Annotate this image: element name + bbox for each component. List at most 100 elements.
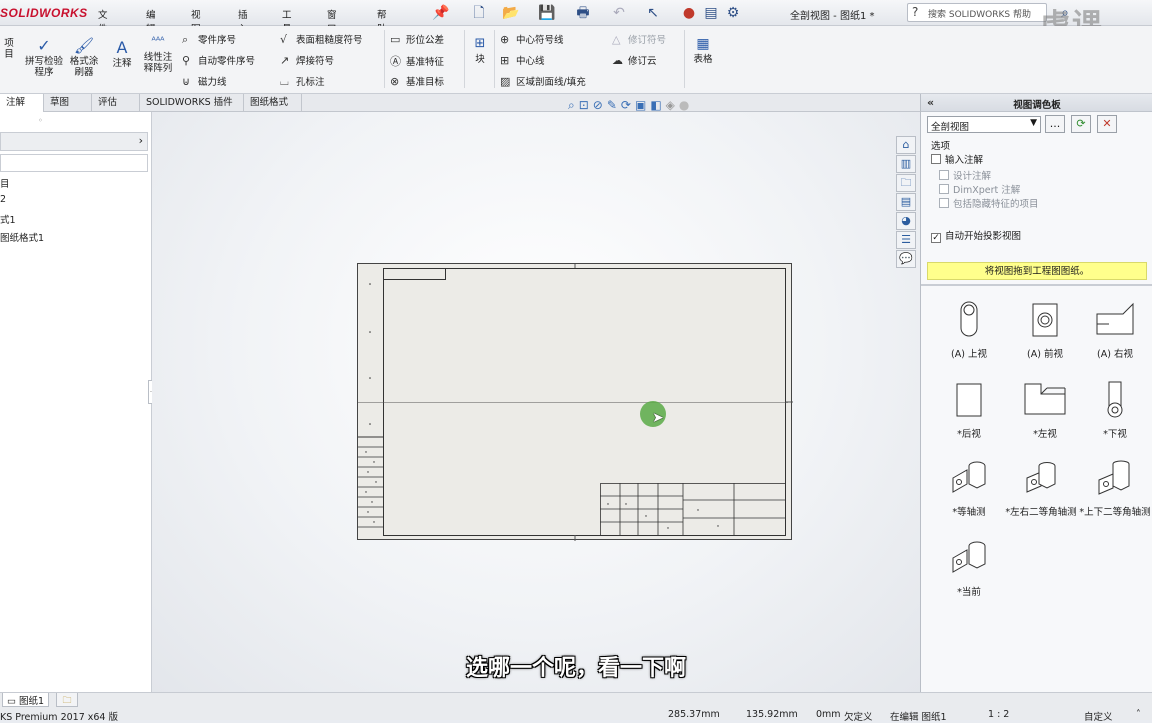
centermark-button[interactable]: ⊕ 中心符号线: [500, 32, 564, 46]
scene-icon[interactable]: ●: [679, 98, 689, 113]
view-dimetric-tb-label: *上下二等角轴测: [1079, 507, 1151, 518]
centerline-button[interactable]: ⊞ 中心线: [500, 53, 545, 67]
spellcheck-icon: ✓: [37, 36, 51, 55]
search-input[interactable]: ? 搜索 SOLIDWORKS 帮助: [907, 3, 1047, 22]
block-label: 块: [475, 54, 485, 65]
save-icon[interactable]: 💾: [538, 4, 556, 22]
view-isometric[interactable]: *等轴测: [931, 458, 1007, 519]
section-view-icon[interactable]: ▣: [635, 98, 646, 113]
feature-filter-field[interactable]: [0, 154, 148, 172]
sketch-tools-icon[interactable]: ✎: [607, 98, 617, 113]
surface-finish-button[interactable]: √ 表面粗糙度符号: [280, 32, 363, 46]
spellcheck-button[interactable]: ✓ 拼写检验程序: [24, 36, 64, 78]
tree-item[interactable]: 式1: [0, 212, 16, 226]
display-style-icon[interactable]: ◧: [650, 98, 661, 113]
tab-addins[interactable]: SOLIDWORKS 插件: [140, 94, 244, 112]
weld-symbol-button[interactable]: ↗ 焊接符号: [280, 53, 334, 67]
add-sheet-icon[interactable]: 🗀: [56, 693, 78, 707]
product-name: KS Premium 2017 x64 版: [0, 712, 118, 723]
table-button[interactable]: ▦ 表格: [690, 34, 716, 65]
zoom-to-fit-icon[interactable]: ⌕: [568, 98, 575, 113]
undo-icon[interactable]: ↶: [610, 4, 628, 22]
auto-projected-checkbox[interactable]: ✓ 自动开始投影视图: [931, 228, 1021, 243]
hide-show-icon[interactable]: ◈: [666, 98, 675, 113]
file-explorer-icon[interactable]: 🗀: [896, 174, 916, 192]
refresh-icon[interactable]: ⟳: [1071, 115, 1091, 133]
feature-manager-tabs[interactable]: ›: [0, 132, 148, 151]
browse-button[interactable]: ...: [1045, 115, 1065, 133]
sheet-tab[interactable]: ▭ 图纸1: [2, 693, 50, 707]
right-view-thumbnail-icon: [1096, 302, 1134, 335]
close-icon[interactable]: ✕: [1097, 115, 1117, 133]
block-button[interactable]: ⊞ 块: [470, 34, 490, 65]
hole-callout-button[interactable]: ⌴ 孔标注: [280, 74, 325, 89]
view-right[interactable]: (A) 右视: [1077, 300, 1152, 361]
view-bottom[interactable]: *下视: [1077, 380, 1152, 441]
tree-item[interactable]: 2: [0, 194, 6, 205]
datum-target-button[interactable]: ⊗ 基准目标: [390, 74, 444, 88]
datum-feature-button[interactable]: Ⓐ 基准特征: [390, 53, 444, 69]
revision-symbol-button[interactable]: △ 修订符号: [612, 32, 666, 46]
rebuild-view-icon[interactable]: ⟳: [621, 98, 631, 113]
pin-icon[interactable]: 📌: [432, 4, 450, 22]
new-file-icon[interactable]: 🗋: [470, 4, 488, 22]
forum-icon[interactable]: 💬: [896, 250, 916, 268]
chevron-right-icon[interactable]: ›: [139, 134, 143, 147]
options-gear-icon[interactable]: ⚙: [724, 4, 742, 22]
solidworks-logo: SOLIDWORKS: [0, 6, 88, 20]
view-dimetric-tb[interactable]: *上下二等角轴测: [1077, 458, 1152, 519]
view-current[interactable]: *当前: [931, 538, 1007, 599]
print-icon[interactable]: 🖶: [574, 4, 592, 22]
sheet-scale[interactable]: 1 : 2: [988, 709, 1009, 720]
ribbon-project-button[interactable]: 项目: [0, 38, 18, 60]
format-painter-button[interactable]: 🖌 格式涂刷器: [66, 36, 102, 78]
import-annotations-checkbox[interactable]: 输入注解: [931, 152, 983, 166]
geometric-tolerance-button[interactable]: ▭ 形位公差: [390, 32, 444, 46]
dimxpert-annotations-checkbox[interactable]: DimXpert 注解: [939, 182, 1020, 196]
ribbon-separator: [384, 30, 385, 88]
model-select[interactable]: 全剖视图 ▼: [927, 116, 1041, 133]
drawing-sheet[interactable]: [357, 263, 793, 541]
open-file-icon[interactable]: 📂: [502, 4, 520, 22]
design-annotations-checkbox[interactable]: 设计注解: [939, 168, 991, 182]
tab-sheet-format[interactable]: 图纸格式: [244, 94, 302, 112]
drag-hint-banner: 将视图拖到工程图图纸。: [927, 262, 1147, 280]
note-button[interactable]: A 注释: [106, 38, 138, 69]
panel-grip-icon[interactable]: ◦: [38, 116, 43, 125]
view-left[interactable]: *左视: [1007, 380, 1083, 441]
view-top[interactable]: (A) 上视: [931, 300, 1007, 361]
tab-evaluate[interactable]: 评估: [92, 94, 140, 112]
linear-note-pattern-button[interactable]: ᴬᴬᴬ 线性注释阵列: [140, 32, 176, 74]
zoom-to-area-icon[interactable]: ⊡: [579, 98, 589, 113]
view-palette-tab-icon[interactable]: ▤: [896, 193, 916, 211]
hidden-features-checkbox[interactable]: 包括隐藏特征的项目: [939, 196, 1039, 210]
tab-annotation[interactable]: 注解: [0, 94, 44, 112]
rebuild-icon[interactable]: ●: [680, 4, 698, 22]
view-front[interactable]: (A) 前视: [1007, 300, 1083, 361]
note-icon: A: [116, 38, 128, 57]
auto-balloon-button[interactable]: ⚲ 自动零件序号: [182, 53, 255, 67]
file-properties-icon[interactable]: ▤: [702, 4, 720, 22]
area-hatch-button[interactable]: ▨ 区域剖面线/填充: [500, 74, 586, 88]
balloon-button[interactable]: ⌕ 零件序号: [182, 32, 236, 47]
revision-cloud-button[interactable]: ☁ 修订云: [612, 53, 657, 67]
custom-properties-icon[interactable]: ☰: [896, 231, 916, 249]
select-cursor-icon[interactable]: ↖: [644, 4, 662, 22]
tree-item[interactable]: 目: [0, 176, 10, 190]
design-library-icon[interactable]: ▥: [896, 155, 916, 173]
view-dimetric-lr[interactable]: *左右二等角轴测: [1003, 458, 1079, 519]
previous-view-icon[interactable]: ⊘: [593, 98, 603, 113]
dimxpert-annotations-label: DimXpert 注解: [953, 185, 1021, 196]
left-view-thumbnail-icon: [1024, 383, 1066, 415]
unit-system[interactable]: 自定义: [1084, 709, 1113, 723]
home-icon[interactable]: ⌂: [896, 136, 916, 154]
note-label: 注释: [112, 58, 132, 69]
weld-symbol-label: 焊接符号: [296, 56, 335, 67]
tab-sketch[interactable]: 草图: [44, 94, 92, 112]
chevron-up-icon[interactable]: ˄: [1136, 709, 1141, 720]
view-back[interactable]: *后视: [931, 380, 1007, 441]
tab-sheet-format-label: 图纸格式: [250, 97, 289, 108]
magnetic-line-button[interactable]: ⊍ 磁力线: [182, 74, 227, 88]
tree-item-sheet-format[interactable]: 图纸格式1: [0, 230, 44, 244]
appearances-icon[interactable]: ◕: [896, 212, 916, 230]
